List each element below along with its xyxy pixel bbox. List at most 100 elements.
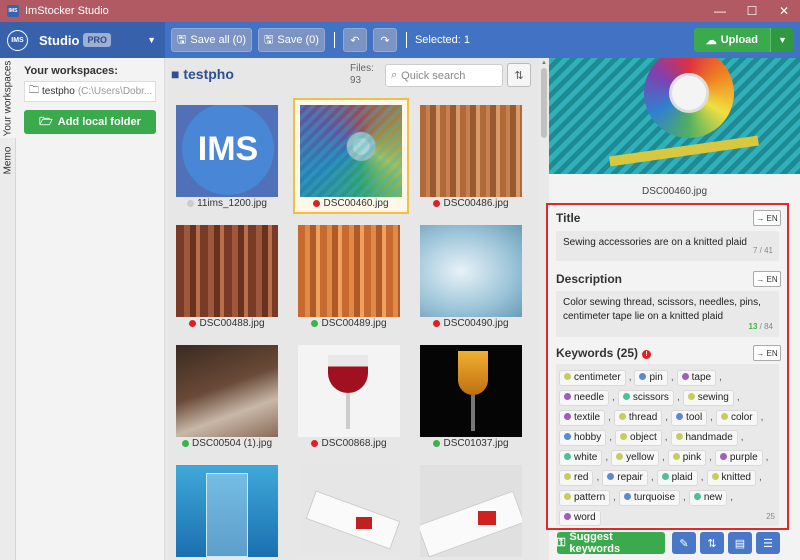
keyword-chip[interactable]: knitted xyxy=(706,470,756,486)
save-metadata-button[interactable]: ▤ xyxy=(728,532,752,554)
upload-button[interactable]: ☁ Upload xyxy=(693,28,770,52)
undo-button[interactable]: ↶ xyxy=(342,28,367,52)
keyword-chip[interactable]: new xyxy=(688,490,728,506)
keyword-chip[interactable]: thread xyxy=(613,410,663,426)
keyword-chip[interactable]: color xyxy=(715,410,758,426)
keyword-color-dot xyxy=(616,453,624,460)
title-field[interactable]: Sewing accessories are on a knitted plai… xyxy=(556,231,779,261)
keyword-chip[interactable]: word xyxy=(559,510,601,526)
redo-button[interactable]: ↷ xyxy=(372,28,397,52)
minimize-button[interactable]: — xyxy=(704,0,736,22)
keyword-chip[interactable]: tape xyxy=(676,370,717,386)
keyword-tag[interactable]: purple, xyxy=(714,450,772,466)
keyword-tag[interactable]: white, xyxy=(559,450,611,466)
keyword-chip[interactable]: needle xyxy=(559,390,610,406)
translate-keywords-button[interactable]: → EN xyxy=(753,345,781,361)
keyword-tag[interactable]: textile, xyxy=(559,410,614,426)
keyword-tag[interactable]: tool, xyxy=(671,410,716,426)
keyword-tag[interactable]: word xyxy=(559,510,601,526)
keywords-field[interactable]: centimeter, pin, tape ,needle, scissors, sewi… xyxy=(556,364,779,526)
upload-dropdown-button[interactable]: ▼ xyxy=(770,28,794,52)
keyword-tag[interactable]: sewing, xyxy=(682,390,743,406)
keyword-chip[interactable]: pattern xyxy=(559,490,611,506)
keyword-tag[interactable]: scissors, xyxy=(617,390,683,406)
keyword-tag[interactable]: handmade, xyxy=(670,430,747,446)
thumbnail-image xyxy=(298,465,400,557)
keyword-tag[interactable]: thread, xyxy=(613,410,671,426)
keyword-tag[interactable]: object, xyxy=(615,430,670,446)
tab-workspaces[interactable]: Your workspaces xyxy=(0,58,16,138)
keyword-chip[interactable]: plaid xyxy=(656,470,698,486)
thumbnail-item[interactable]: DSC00490.jpg xyxy=(413,218,529,334)
keyword-color-dot xyxy=(564,393,571,400)
maximize-button[interactable]: ☐ xyxy=(736,0,768,22)
keyword-tag[interactable]: needle, xyxy=(559,390,618,406)
keyword-chip[interactable]: hobby xyxy=(559,430,607,446)
keyword-chip[interactable]: object xyxy=(615,430,662,446)
keyword-chip[interactable]: tool xyxy=(671,410,708,426)
scrollbar-thumb[interactable] xyxy=(541,68,547,138)
keyword-tag[interactable]: turquoise, xyxy=(618,490,689,506)
save-all-button[interactable]: 🖫 Save all (0) xyxy=(171,28,253,52)
keyword-tag[interactable]: knitted, xyxy=(706,470,765,486)
keyword-tag[interactable]: pink, xyxy=(667,450,715,466)
keyword-separator: , xyxy=(670,372,674,383)
keyword-chip[interactable]: turquoise xyxy=(618,490,681,506)
status-dot xyxy=(311,440,319,447)
keyword-tag[interactable]: color, xyxy=(715,410,766,426)
translate-title-button[interactable]: → EN xyxy=(753,210,781,226)
keyword-tag[interactable]: red, xyxy=(559,470,602,486)
menu-button[interactable]: ☰ xyxy=(756,532,780,554)
sort-keywords-button[interactable]: ⇅ xyxy=(700,532,724,554)
keyword-chip[interactable]: scissors xyxy=(617,390,674,406)
keyword-chip[interactable]: pin xyxy=(634,370,668,386)
save-button[interactable]: 🖫 Save (0) xyxy=(258,28,325,52)
thumbnail-item[interactable]: DSC00868.jpg xyxy=(291,338,407,454)
keyword-tag[interactable]: pin, xyxy=(634,370,676,386)
thumbnail-item[interactable]: DSC00486.jpg xyxy=(413,98,529,214)
description-field[interactable]: Color sewing thread, scissors, needles, … xyxy=(556,291,779,337)
add-local-folder-button[interactable]: 🗁 Add local folder xyxy=(24,110,156,134)
workspace-path: (C:\Users\Dobr... xyxy=(77,86,153,97)
thumbnail-item[interactable]: DSC00488.jpg xyxy=(169,218,285,334)
thumbnail-item[interactable]: DSC00460.jpg xyxy=(293,98,409,214)
keyword-chip[interactable]: pink xyxy=(667,450,707,466)
keyword-tag[interactable]: plaid, xyxy=(656,470,707,486)
keyword-chip[interactable]: centimeter xyxy=(559,370,626,386)
keyword-chip[interactable]: sewing xyxy=(682,390,734,406)
keyword-color-dot xyxy=(687,393,695,400)
translate-description-button[interactable]: → EN xyxy=(753,271,781,287)
thumbnail-item[interactable] xyxy=(413,458,529,560)
keyword-chip[interactable]: handmade xyxy=(670,430,738,446)
suggest-keywords-button[interactable]: ⚿ Suggest keywords xyxy=(557,531,665,555)
keyword-tag[interactable]: tape, xyxy=(676,370,725,386)
thumbnail-item[interactable]: IMS 11ims_1200.jpg xyxy=(169,98,285,214)
edit-button[interactable]: ✎ xyxy=(672,532,696,554)
thumbnail-item[interactable]: DSC01037.jpg xyxy=(413,338,529,454)
close-button[interactable]: ✕ xyxy=(768,0,800,22)
keyword-chip[interactable]: repair xyxy=(602,470,648,486)
keyword-chip[interactable]: purple xyxy=(714,450,763,466)
search-input[interactable]: ⌕ Quick search xyxy=(385,64,503,87)
thumbnail-item[interactable]: DSC00504 (1).jpg xyxy=(169,338,285,454)
keyword-tag[interactable]: yellow, xyxy=(611,450,668,466)
keyword-tag[interactable]: repair, xyxy=(602,470,656,486)
studio-menu[interactable]: IMS Studio PRO ▼ xyxy=(0,22,165,58)
sort-button[interactable]: ⇅ xyxy=(507,63,531,87)
keywords-heading: Keywords (25)! xyxy=(556,346,652,360)
keyword-tag[interactable]: centimeter, xyxy=(559,370,634,386)
scroll-up-icon[interactable]: ▲ xyxy=(541,60,547,66)
keyword-chip[interactable]: yellow xyxy=(611,450,659,466)
thumbnail-item[interactable] xyxy=(169,458,285,560)
keyword-chip[interactable]: red xyxy=(559,470,594,486)
thumbnail-image xyxy=(420,465,522,557)
thumbnail-item[interactable]: DSC00489.jpg xyxy=(291,218,407,334)
thumbnail-item[interactable] xyxy=(291,458,407,560)
keyword-chip[interactable]: textile xyxy=(559,410,606,426)
workspace-item[interactable]: 🗀 testpho (C:\Users\Dobr... xyxy=(24,81,156,102)
keyword-tag[interactable]: pattern, xyxy=(559,490,619,506)
keyword-tag[interactable]: new, xyxy=(688,490,736,506)
keyword-chip[interactable]: white xyxy=(559,450,603,466)
tab-memo[interactable]: Memo xyxy=(0,142,16,178)
keyword-tag[interactable]: hobby, xyxy=(559,430,615,446)
